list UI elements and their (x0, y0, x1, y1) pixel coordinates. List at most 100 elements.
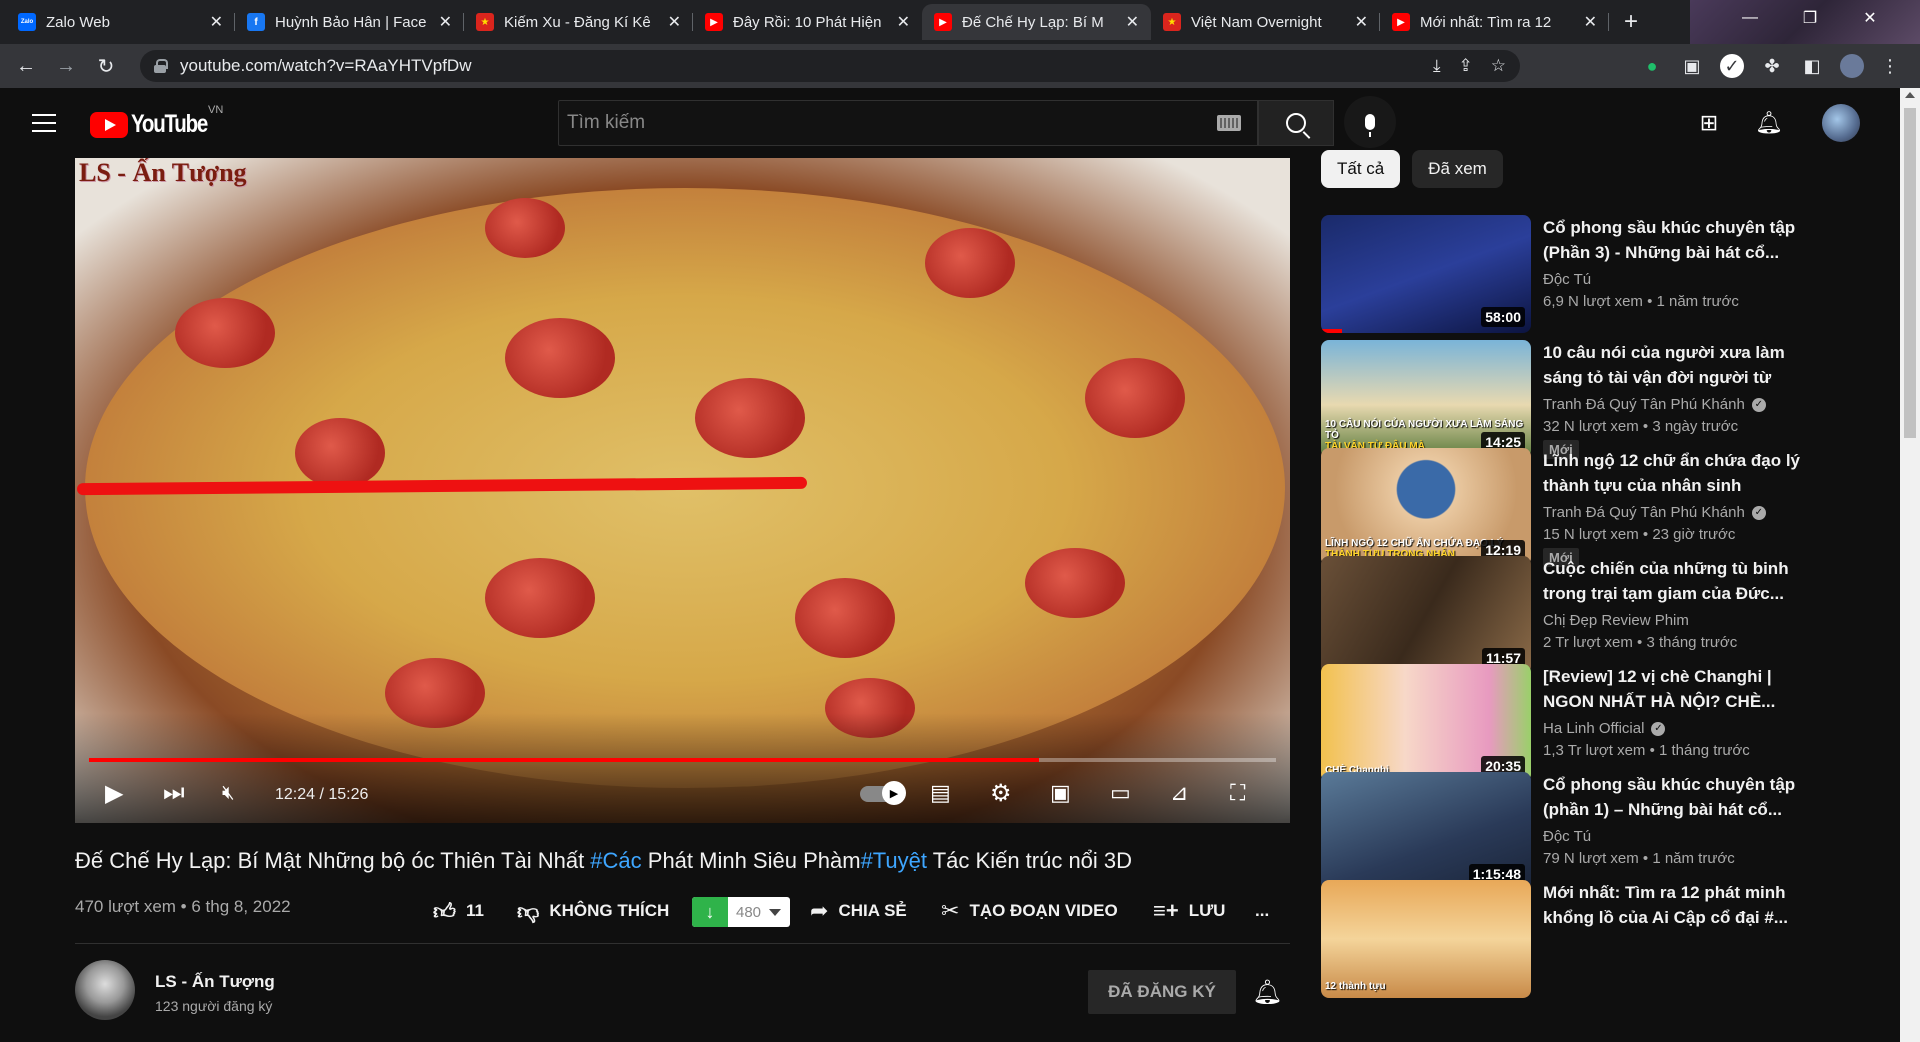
notifications-bell-icon[interactable]: 🔔︎ (1752, 106, 1786, 140)
chip-watched[interactable]: Đã xem (1412, 150, 1503, 188)
recommendation-title[interactable]: Lĩnh ngộ 12 chữ ẩn chứa đạo lý thành tựu… (1543, 448, 1805, 498)
download-button[interactable]: ↓ 480 (692, 897, 790, 927)
browser-tab[interactable]: f Huỳnh Bảo Hân | Face ✕ (235, 4, 464, 40)
browser-tab[interactable]: Zalo Zalo Web ✕ (6, 4, 235, 40)
grammarly-icon[interactable]: ● (1640, 54, 1664, 78)
recommendation-title[interactable]: Cổ phong sầu khúc chuyên tập (phần 1) – … (1543, 772, 1805, 822)
browser-tab[interactable]: ★ Kiếm Xu - Đăng Kí Kê ✕ (464, 4, 693, 40)
settings-gear-icon[interactable]: ⚙ (990, 778, 1012, 808)
more-actions-button[interactable]: ... (1255, 893, 1269, 929)
video-thumbnail[interactable]: 11:57 (1321, 556, 1531, 674)
browser-tab[interactable]: ▶ Mới nhất: Tìm ra 12 ✕ (1380, 4, 1609, 40)
fullscreen-icon[interactable]: ⛶ (1230, 778, 1245, 808)
reload-icon[interactable]: ↻ (92, 52, 120, 80)
browser-tab[interactable]: ▶ Đây Rồi: 10 Phát Hiện ✕ (693, 4, 922, 40)
close-tab-icon[interactable]: ✕ (897, 12, 910, 32)
channel-avatar[interactable] (75, 960, 135, 1020)
cast-icon[interactable]: ⊿ (1170, 778, 1188, 808)
scrollbar-thumb[interactable] (1904, 108, 1916, 438)
bookmark-star-icon[interactable]: ☆ (1491, 56, 1506, 76)
next-icon[interactable]: ⏭ (163, 778, 185, 808)
video-thumbnail[interactable]: 10 CÂU NÓI CỦA NGƯỜI XƯA LÀM SÁNG TỎ TÀI … (1321, 340, 1531, 458)
search-button[interactable] (1258, 100, 1334, 146)
browser-tab[interactable]: ▶ Đế Chế Hy Lạp: Bí M ✕ (922, 4, 1151, 40)
close-window-icon[interactable]: ✕ (1840, 0, 1900, 36)
minimize-icon[interactable]: — (1720, 0, 1780, 36)
search-input[interactable]: Tìm kiếm (558, 100, 1258, 146)
progress-bar[interactable] (89, 758, 1276, 762)
recommendation-item[interactable]: LĨNH NGỘ 12 CHỮ ẨN CHỨA ĐẠO LÝ THÀNH TỰU … (1321, 448, 1811, 567)
theater-mode-icon[interactable]: ▭ (1110, 778, 1131, 808)
recommendation-title[interactable]: Cổ phong sầu khúc chuyên tập (Phần 3) - … (1543, 215, 1805, 265)
video-thumbnail[interactable]: CHÈ Changhi 20:35 (1321, 664, 1531, 782)
video-thumbnail[interactable]: LĨNH NGỘ 12 CHỮ ẨN CHỨA ĐẠO LÝ THÀNH TỰU … (1321, 448, 1531, 566)
recommendation-title[interactable]: 10 câu nói của người xưa làm sáng tỏ tài… (1543, 340, 1805, 390)
play-icon[interactable]: ▶ (105, 778, 123, 808)
recommendation-item[interactable]: CHÈ Changhi 20:35 [Review] 12 vị chè Chang… (1321, 664, 1811, 782)
hashtag-link[interactable]: #Các (590, 848, 641, 873)
recommendation-channel[interactable]: Độc Tú (1543, 828, 1591, 845)
checkmark-icon[interactable]: ✓ (1720, 54, 1744, 78)
hamburger-menu-icon[interactable] (32, 114, 56, 132)
extension-square-icon[interactable]: ▣ (1680, 54, 1704, 78)
close-tab-icon[interactable]: ✕ (210, 12, 223, 32)
new-tab-icon[interactable]: + (1615, 6, 1647, 38)
close-tab-icon[interactable]: ✕ (668, 12, 681, 32)
recommendation-channel[interactable]: Chị Đẹp Review Phim (1543, 612, 1689, 629)
account-avatar[interactable] (1822, 104, 1860, 142)
tab-title: Đây Rồi: 10 Phát Hiện (733, 13, 882, 31)
voice-search-button[interactable] (1344, 96, 1396, 148)
recommendation-item[interactable]: 1:15:48 Cổ phong sầu khúc chuyên tập (phầ… (1321, 772, 1811, 890)
recommendation-channel[interactable]: Độc Tú (1543, 271, 1591, 288)
subscribed-button[interactable]: ĐÃ ĐĂNG KÝ (1088, 970, 1236, 1014)
chip-all[interactable]: Tất cả (1321, 150, 1401, 188)
channel-name[interactable]: LS - Ấn Tượng (155, 972, 275, 992)
install-icon[interactable]: ⤓ (1433, 56, 1441, 76)
video-thumbnail[interactable]: 12 thành tựu (1321, 880, 1531, 998)
profile-avatar[interactable] (1840, 54, 1864, 78)
share-button[interactable]: ➦ CHIA SẺ (810, 893, 907, 929)
muted-volume-icon[interactable]: 🔇︎ (222, 778, 235, 808)
video-player[interactable]: LS - Ấn Tượng ▶ ⏭ 🔇︎ 12:24 / 15:26 ▤ ⚙ ▣… (75, 158, 1290, 823)
browser-tab[interactable]: ★ Việt Nam Overnight ✕ (1151, 4, 1380, 40)
puzzle-icon[interactable]: ✤ (1760, 54, 1784, 78)
channel-bell-icon[interactable]: 🔔︎ (1252, 978, 1282, 1007)
thumbs-down-icon: 👎︎ (517, 898, 540, 924)
recommendation-channel[interactable]: Tranh Đá Quý Tân Phú Khánh ✓ (1543, 396, 1766, 413)
video-thumbnail[interactable]: 1:15:48 (1321, 772, 1531, 890)
video-thumbnail[interactable]: 58:00 (1321, 215, 1531, 333)
youtube-logo[interactable]: YouTube (90, 110, 224, 139)
recommendation-channel[interactable]: Ha Linh Official ✓ (1543, 720, 1666, 737)
recommendation-item[interactable]: 12 thành tựu Mới nhất: Tìm ra 12 phát min… (1321, 880, 1811, 998)
hashtag-link[interactable]: #Tuyệt (861, 848, 927, 873)
autoplay-toggle[interactable] (860, 781, 906, 805)
recommendation-title[interactable]: [Review] 12 vị chè Changhi | NGON NHẤT H… (1543, 664, 1805, 714)
maximize-icon[interactable]: ❐ (1780, 0, 1840, 36)
back-icon[interactable]: ← (12, 52, 40, 80)
recommendation-item[interactable]: 58:00 Cổ phong sầu khúc chuyên tập (Phần … (1321, 215, 1811, 333)
page-scrollbar[interactable] (1900, 88, 1920, 1042)
subtitles-icon[interactable]: ▤ (930, 778, 951, 808)
address-bar[interactable]: youtube.com/watch?v=RAaYHTVpfDw ⤓ ⇪ ☆ (140, 50, 1520, 82)
close-tab-icon[interactable]: ✕ (439, 12, 452, 32)
like-button[interactable]: 👍︎ 11 (433, 893, 484, 929)
menu-dots-icon[interactable]: ⋮ (1878, 54, 1902, 78)
forward-icon[interactable]: → (52, 52, 80, 80)
close-tab-icon[interactable]: ✕ (1126, 12, 1139, 32)
close-tab-icon[interactable]: ✕ (1355, 12, 1368, 32)
recommendation-title[interactable]: Cuộc chiến của những tù binh trong trại … (1543, 556, 1805, 606)
recommendation-channel[interactable]: Tranh Đá Quý Tân Phú Khánh ✓ (1543, 504, 1766, 521)
clip-button[interactable]: ✂ TẠO ĐOẠN VIDEO (941, 893, 1118, 929)
dislike-button[interactable]: 👎︎ KHÔNG THÍCH (517, 893, 669, 929)
close-tab-icon[interactable]: ✕ (1584, 12, 1597, 32)
recommendation-title[interactable]: Mới nhất: Tìm ra 12 phát minh khổng lồ c… (1543, 880, 1805, 930)
miniplayer-icon[interactable]: ▣ (1050, 778, 1071, 808)
keyboard-icon[interactable] (1217, 115, 1241, 131)
save-button[interactable]: ≡+ LƯU (1153, 893, 1225, 929)
side-panel-icon[interactable]: ◧ (1800, 54, 1824, 78)
share-icon[interactable]: ⇪ (1459, 56, 1473, 76)
recommendation-item[interactable]: 10 CÂU NÓI CỦA NGƯỜI XƯA LÀM SÁNG TỎ TÀI … (1321, 340, 1811, 459)
scroll-up-arrow-icon[interactable] (1905, 92, 1915, 98)
recommendation-item[interactable]: 11:57 Cuộc chiến của những tù binh trong … (1321, 556, 1811, 674)
create-video-icon[interactable]: ⊞ (1692, 106, 1726, 140)
